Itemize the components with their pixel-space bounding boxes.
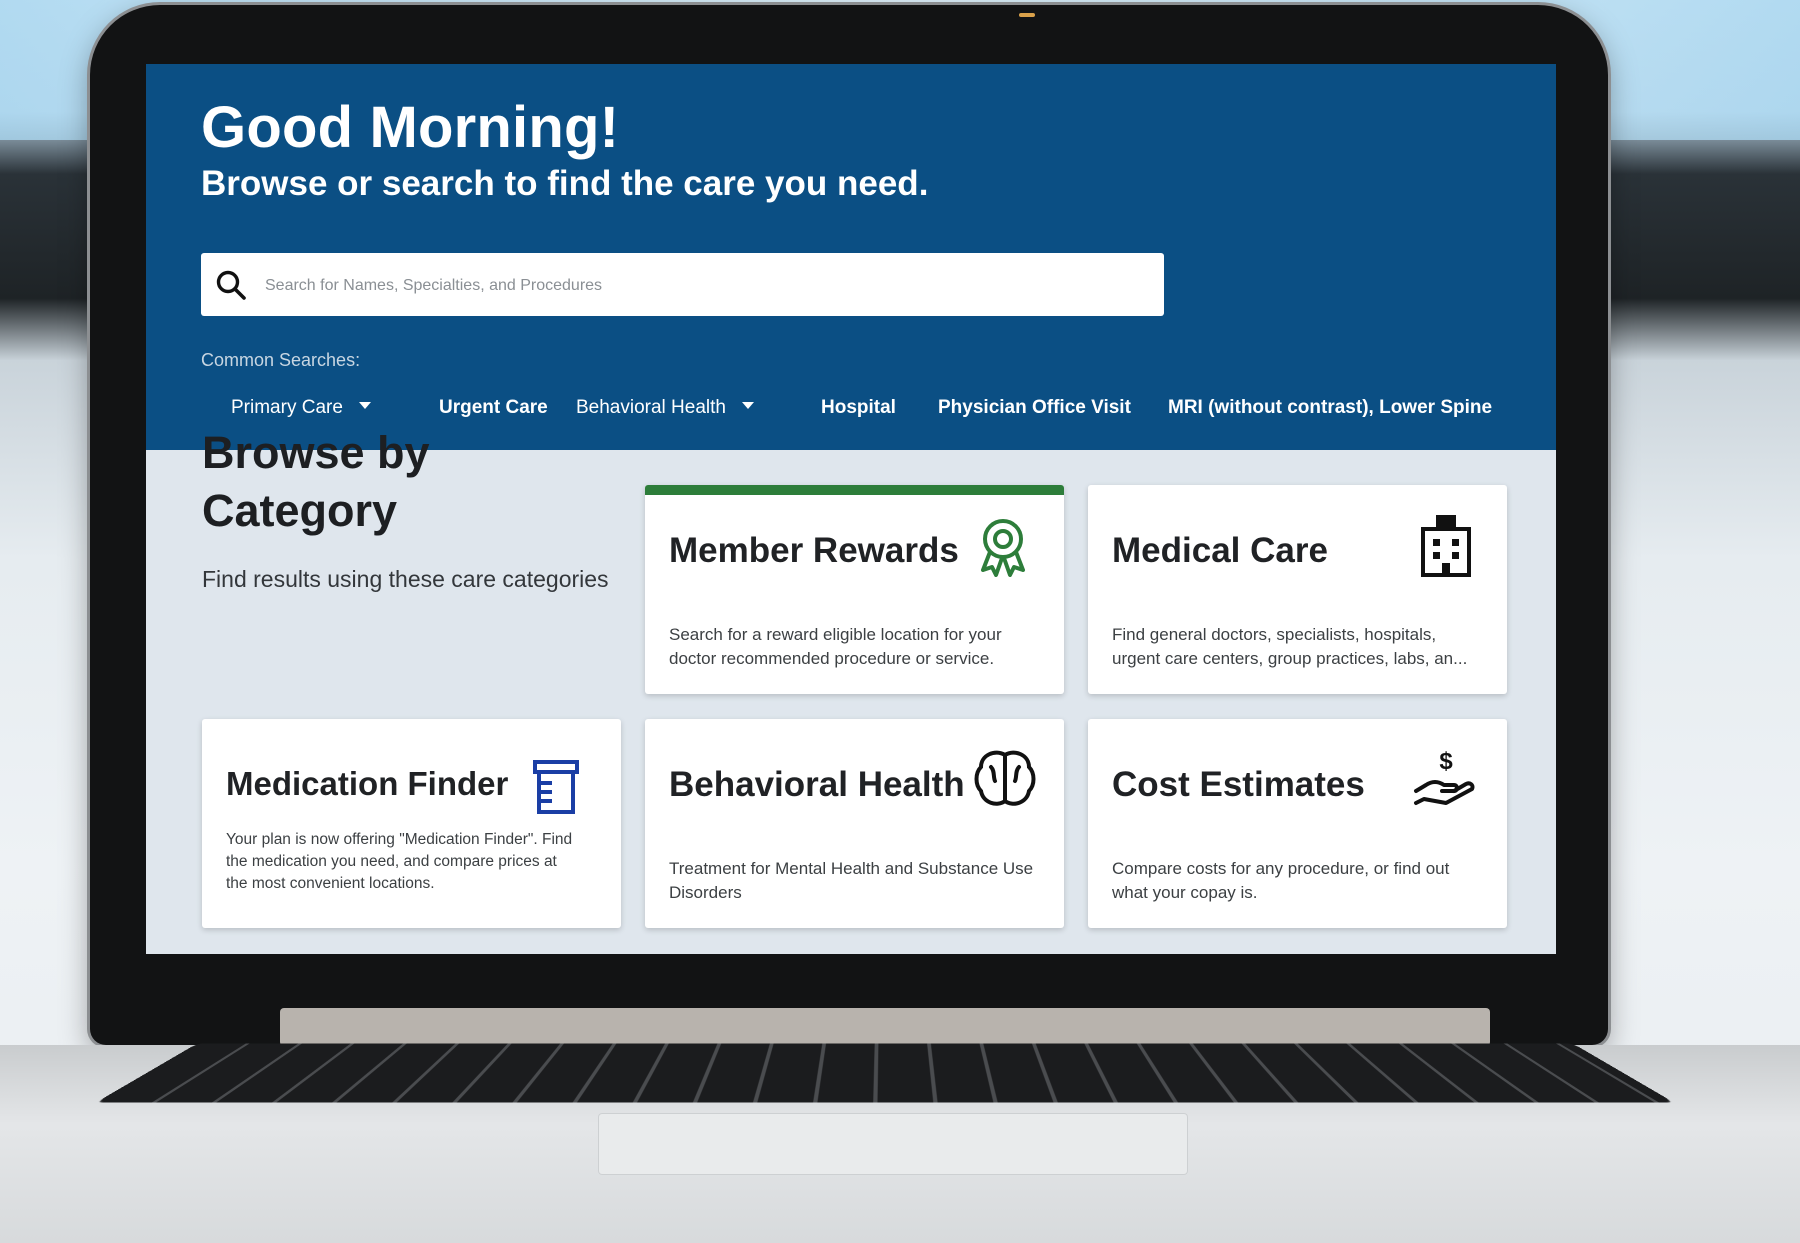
common-search-physician-office-visit[interactable]: Physician Office Visit <box>938 390 1131 426</box>
camera-icon <box>1019 13 1035 17</box>
card-description: Compare costs for any procedure, or find… <box>1112 857 1482 905</box>
card-accent-bar <box>645 485 1064 495</box>
card-description: Search for a reward eligible location fo… <box>669 623 1039 671</box>
category-card-medication-finder[interactable]: Medication Finder Your plan is now offer… <box>202 719 621 928</box>
card-title: Medical Care <box>1112 531 1328 571</box>
card-description: Treatment for Mental Health and Substanc… <box>669 857 1039 905</box>
browse-description: Find results using these care categories <box>202 566 609 593</box>
caret-down-icon <box>359 402 371 409</box>
chip-label: Behavioral Health <box>576 397 726 418</box>
card-title: Cost Estimates <box>1112 765 1365 805</box>
ribbon-award-icon <box>975 515 1031 577</box>
common-searches-label: Common Searches: <box>201 350 360 371</box>
chip-label: Hospital <box>821 397 896 418</box>
caret-down-icon <box>742 402 754 409</box>
category-card-medical-care[interactable]: Medical Care Find general doctors, speci… <box>1088 485 1507 694</box>
common-search-urgent-care[interactable]: Urgent Care <box>439 390 548 426</box>
common-searches: Primary Care Urgent Care Behavioral Heal… <box>201 390 1541 426</box>
hospital-building-icon <box>1418 513 1474 579</box>
laptop-hinge <box>280 1008 1490 1046</box>
hero-subtitle: Browse or search to find the care you ne… <box>201 164 928 204</box>
card-description: Find general doctors, specialists, hospi… <box>1112 623 1482 671</box>
search-input[interactable] <box>263 253 1147 318</box>
laptop-keyboard <box>96 1043 1675 1102</box>
brain-icon <box>973 749 1037 809</box>
common-search-hospital[interactable]: Hospital <box>821 390 896 426</box>
chip-label: Primary Care <box>231 397 343 418</box>
chip-label: MRI (without contrast), Lower Spine <box>1168 397 1492 418</box>
browse-title: Browse by Category <box>202 424 622 540</box>
chip-label: Urgent Care <box>439 397 548 418</box>
common-search-mri-lower-spine[interactable]: MRI (without contrast), Lower Spine <box>1168 390 1492 426</box>
search-bar[interactable] <box>201 253 1164 316</box>
category-card-behavioral-health[interactable]: Behavioral Health Treatment for Mental H… <box>645 719 1064 928</box>
common-search-behavioral-health[interactable]: Behavioral Health <box>576 390 754 426</box>
greeting-heading: Good Morning! <box>201 94 619 161</box>
category-card-member-rewards[interactable]: Member Rewards Search for a reward eligi… <box>645 485 1064 694</box>
chip-label: Physician Office Visit <box>938 397 1131 418</box>
hero-banner: Good Morning! Browse or search to find t… <box>146 64 1556 450</box>
common-search-primary-care[interactable]: Primary Care <box>231 390 371 426</box>
svg-text:$: $ <box>1439 748 1453 775</box>
laptop-trackpad <box>598 1113 1188 1175</box>
card-title: Medication Finder <box>226 765 508 803</box>
card-description: Your plan is now offering "Medication Fi… <box>226 829 576 895</box>
pill-bottle-icon <box>532 759 580 815</box>
card-title: Member Rewards <box>669 531 959 571</box>
hand-dollar-icon: $ <box>1412 747 1478 809</box>
card-title: Behavioral Health <box>669 765 965 805</box>
search-icon[interactable] <box>215 269 247 301</box>
category-card-cost-estimates[interactable]: Cost Estimates $ Compare costs for any p… <box>1088 719 1507 928</box>
